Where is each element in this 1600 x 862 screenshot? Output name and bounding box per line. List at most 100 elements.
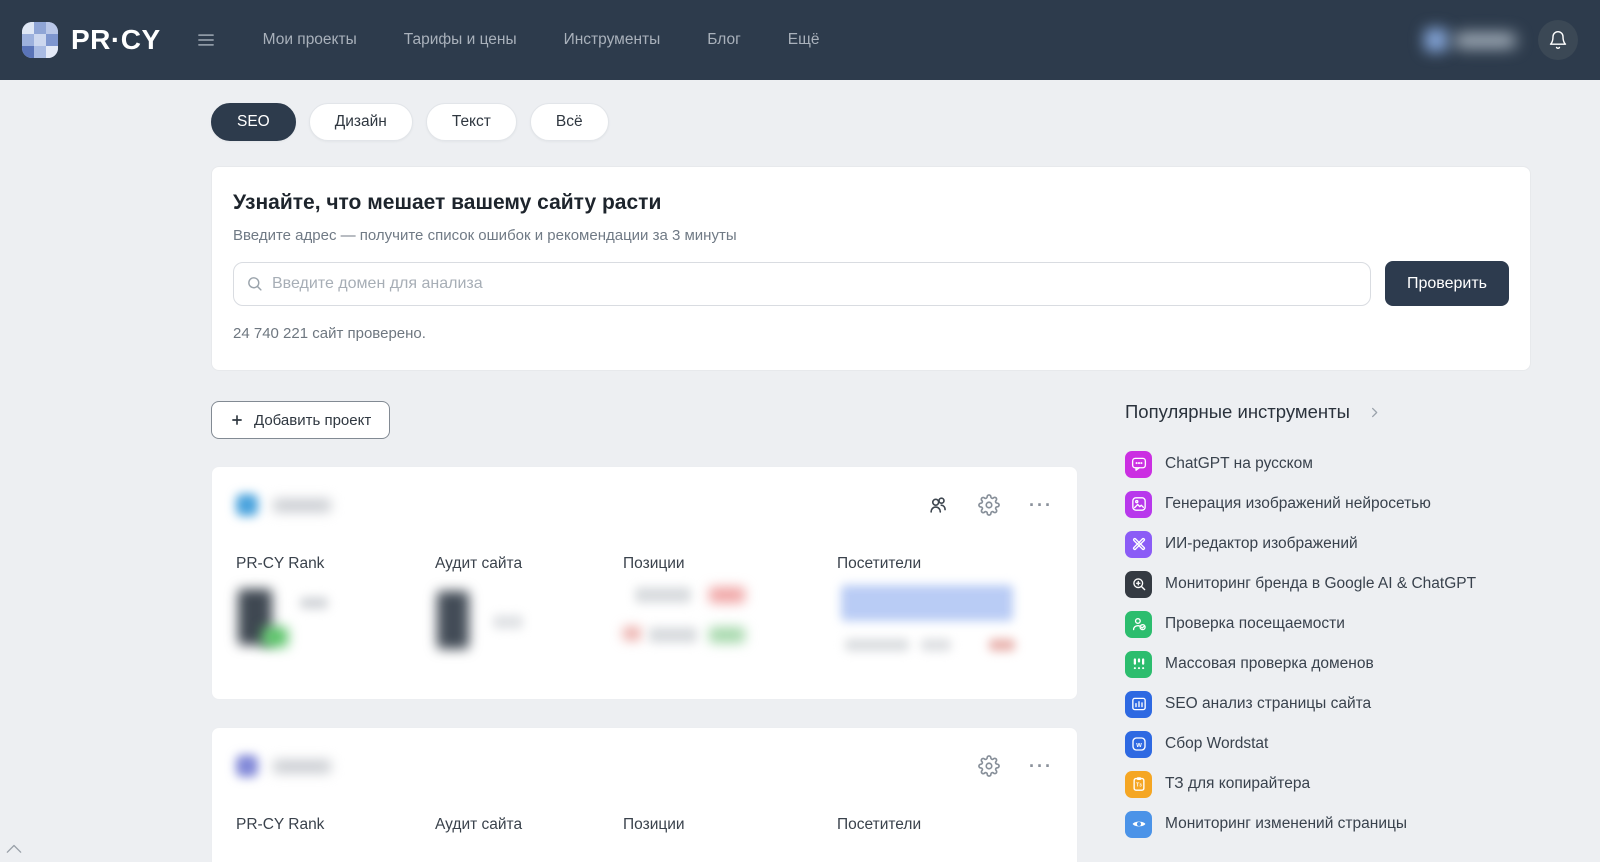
add-project-button[interactable]: Добавить проект [211,401,391,439]
design-tools-icon [1125,530,1152,558]
hero-subtitle: Введите адрес — получите список ошибок и… [233,227,737,244]
tool-label: ТЗ для копирайтера [1165,775,1311,792]
nav-link[interactable]: Блог [707,31,741,49]
filter-pill[interactable]: Дизайн [308,103,413,141]
navbar-right [1424,20,1578,60]
user-account-chip[interactable] [1424,23,1524,57]
search-input-wrap [233,261,1371,306]
project-favicon [236,755,258,777]
project-actions: ··· [978,755,1053,777]
bars-list-icon [1125,650,1152,678]
sites-checked-counter: 24 740 221 сайт проверено. [233,325,426,342]
filter-pill[interactable]: Текст [425,103,517,141]
nav-link[interactable]: Тарифы и цены [404,31,517,49]
project-metrics [236,585,1053,671]
domain-check-form: Проверить [233,261,1509,306]
tool-item[interactable]: SEO анализ страницы сайта [1125,684,1545,724]
tool-item[interactable]: Проверка посещаемости [1125,604,1545,644]
user-check-icon [1125,610,1152,638]
tool-label: Генерация изображений нейросетью [1165,495,1431,512]
tool-label: Мониторинг бренда в Google AI & ChatGPT [1165,575,1477,592]
tool-label: ChatGPT на русском [1165,455,1313,472]
wordstat-icon: w [1125,730,1152,758]
bar-chart-icon [1125,690,1152,718]
metric-cell [236,585,435,671]
tool-label: Массовая проверка доменов [1165,655,1374,672]
project-card: ··· PR-CY Rank Аудит сайта Позиции Посетител… [211,466,1078,700]
metric-cell [623,585,837,671]
tool-label: Мониторинг изменений страницы [1165,815,1407,832]
tool-item[interactable]: Генерация изображений нейросетью [1125,484,1545,524]
blurred-metric [845,639,909,651]
project-columns: PR-CY Rank Аудит сайта Позиции Посетители [236,816,1053,834]
tools-list: ChatGPT на русском Генерация изображений … [1125,444,1545,844]
add-project-label: Добавить проект [254,411,372,429]
nav-link[interactable]: Инструменты [564,31,661,49]
gear-icon[interactable] [978,755,1000,777]
plus-icon [232,415,242,425]
prcy-logo[interactable]: PR·CY [22,22,161,58]
metric-cell [837,585,1053,671]
projects-column: Добавить проект ··· PR-CY Rank Аудит сайта… [211,401,1078,862]
project-name-blurred[interactable] [273,759,331,773]
image-icon [1125,490,1152,518]
metric-cell [435,585,623,671]
user-avatar [1424,28,1448,52]
tool-item[interactable]: Мониторинг бренда в Google AI & ChatGPT [1125,564,1545,604]
tool-item[interactable]: w Сбор Wordstat [1125,724,1545,764]
project-column-header: PR-CY Rank [236,555,325,572]
project-column-header: PR-CY Rank [236,816,325,833]
user-name-blurred [1454,34,1516,47]
blurred-metric [841,585,1013,621]
filter-pills: SEO Дизайн Текст Всё [211,103,609,141]
tool-label: SEO анализ страницы сайта [1165,695,1372,712]
tool-label: Сбор Wordstat [1165,735,1269,752]
nav-link[interactable]: Ещё [788,31,820,49]
tool-item[interactable]: ИИ-редактор изображений [1125,524,1545,564]
project-card-header: ··· [236,755,1053,777]
tool-item[interactable]: ChatGPT на русском [1125,444,1545,484]
nav-link[interactable]: Мои проекты [263,31,357,49]
chat-icon [1125,450,1152,478]
project-column-header: Посетители [837,555,922,572]
notifications-button[interactable] [1538,20,1578,60]
chevron-right-icon [1371,407,1378,417]
tool-item[interactable]: Массовая проверка доменов [1125,644,1545,684]
projects-list: ··· PR-CY Rank Аудит сайта Позиции Посетител… [211,466,1078,862]
tool-item[interactable]: Тз ТЗ для копирайтера [1125,764,1545,804]
nav-links: Мои проекты Тарифы и цены Инструменты Блог Е… [263,31,820,49]
popular-tools-sidebar: Популярные инструменты ChatGPT на русско… [1125,401,1545,844]
blurred-metric [262,627,288,647]
more-options-icon[interactable]: ··· [1029,496,1053,514]
scroll-top-chevron-icon[interactable] [1,838,27,858]
more-options-icon[interactable]: ··· [1029,757,1053,775]
tool-label: Проверка посещаемости [1165,615,1345,632]
project-favicon [236,494,258,516]
hamburger-menu-icon[interactable] [193,27,219,53]
filter-pill[interactable]: Всё [529,103,609,141]
domain-input[interactable] [233,261,1371,306]
gear-icon[interactable] [978,494,1000,516]
project-column-header: Позиции [623,555,685,572]
prcy-logo-icon [22,22,58,58]
users-icon[interactable] [927,494,949,516]
blurred-metric [635,587,691,603]
popular-tools-header[interactable]: Популярные инструменты [1125,401,1545,423]
tool-item[interactable]: Мониторинг изменений страницы [1125,804,1545,844]
project-columns: PR-CY Rank Аудит сайта Позиции Посетители [236,555,1053,573]
project-column-header: Аудит сайта [435,555,523,572]
filter-pill[interactable]: SEO [211,103,296,141]
check-button[interactable]: Проверить [1384,261,1509,306]
project-card: ··· PR-CY Rank Аудит сайта Позиции Посетител… [211,727,1078,862]
project-column-header: Аудит сайта [435,816,523,833]
bell-icon [1549,31,1567,50]
tool-label: ИИ-редактор изображений [1165,535,1358,552]
blurred-metric [921,639,951,651]
svg-text:w: w [1135,741,1142,749]
project-card-header: ··· [236,494,1053,516]
eye-icon [1125,810,1152,838]
blurred-metric [709,627,745,643]
navbar: PR·CY Мои проекты Тарифы и цены Инструмент… [0,0,1600,80]
search-icon [248,276,262,291]
project-name-blurred[interactable] [273,498,331,512]
